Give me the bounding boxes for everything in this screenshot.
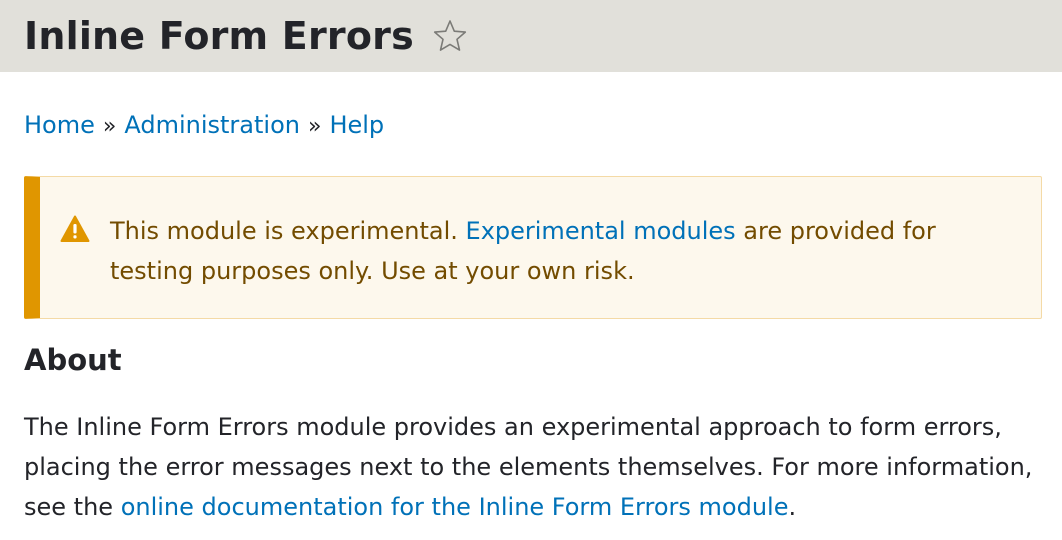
breadcrumb: Home » Administration » Help bbox=[24, 109, 384, 143]
warning-message: This module is experimental. Experimenta… bbox=[24, 176, 1042, 319]
breadcrumb-separator: » bbox=[307, 114, 322, 139]
warning-icon bbox=[60, 215, 90, 243]
breadcrumb-link-home[interactable]: Home bbox=[24, 111, 95, 139]
breadcrumb-link-administration[interactable]: Administration bbox=[124, 111, 300, 139]
online-documentation-link[interactable]: online documentation for the Inline Form… bbox=[121, 493, 789, 521]
about-heading: About bbox=[24, 343, 122, 377]
breadcrumb-separator: » bbox=[102, 114, 117, 139]
page-title: Inline Form Errors bbox=[24, 14, 414, 58]
experimental-modules-link[interactable]: Experimental modules bbox=[466, 217, 736, 245]
page-header: Inline Form Errors bbox=[0, 0, 1062, 72]
breadcrumb-link-help[interactable]: Help bbox=[329, 111, 384, 139]
about-text-end: . bbox=[788, 493, 797, 521]
warning-text-intro: This module is experimental. bbox=[110, 217, 466, 245]
about-paragraph: The Inline Form Errors module provides a… bbox=[24, 407, 1034, 527]
warning-text: This module is experimental. Experimenta… bbox=[110, 211, 1020, 291]
star-icon[interactable] bbox=[432, 18, 468, 54]
